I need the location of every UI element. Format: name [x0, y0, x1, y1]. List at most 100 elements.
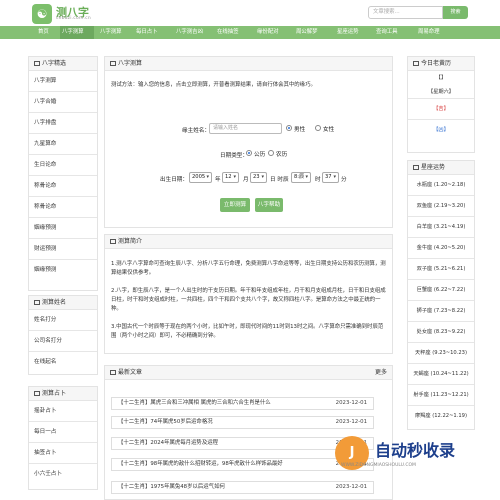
male-label: 男性 [294, 127, 306, 133]
bazi-form-title: 八字测算 [105, 57, 392, 71]
nav-stars[interactable]: 星座运势 [337, 26, 359, 39]
star-aquarius[interactable]: 水瓶座 (1.20~2.18) [408, 175, 474, 196]
sidebar-item-company-score[interactable]: 公司名打分 [29, 331, 97, 352]
search-input[interactable]: 文章搜索... [368, 6, 443, 19]
list-icon [34, 300, 40, 305]
sidebar-item-draw[interactable]: 抽签占卜 [29, 443, 97, 464]
articles-more-link[interactable]: 更多 [375, 366, 387, 380]
date-type-label: 日期类型： [220, 153, 248, 159]
articles-title: 最新文章 更多 [105, 366, 392, 380]
star-capricorn[interactable]: 摩羯座 (12.22~1.19) [408, 406, 474, 427]
almanac-bad: 【凶】 [433, 127, 449, 133]
search-button[interactable]: 搜索 [443, 6, 468, 19]
intro-title: 测算简介 [105, 235, 392, 249]
hour-select[interactable]: 8:辰 [291, 172, 311, 183]
sidebar-item-birthday[interactable]: 生日论命 [29, 155, 97, 176]
sidebar-item-love[interactable]: 姻缘预测 [29, 218, 97, 239]
minute-select[interactable]: 37 [322, 172, 339, 183]
nav-bazi-2[interactable]: 八字测算 [100, 26, 122, 39]
list-icon [110, 239, 116, 244]
bazi-sidebar: 八字精选 八字测算 八字合婚 八字排盘 九星算命 生日论命 称骨论命 称骨论命 … [28, 56, 98, 291]
day-select[interactable]: 23 [250, 172, 267, 183]
horoscope-title: 星座运势 [408, 161, 474, 175]
article-row[interactable]: 【十二生肖】属虎三合和三冲属相 属虎的三合和六合生肖是什么 2023-12-01 [111, 397, 374, 410]
sidebar-item-bone-2[interactable]: 称骨论命 [29, 197, 97, 218]
submit-button[interactable]: 立即测算 [220, 198, 250, 212]
almanac-good: 【吉】 [408, 99, 474, 120]
intro-paragraph-3: 3.中国古代一个时辰等于现在的两个小时，比如午时，即现代时间的11时到13时之间… [111, 324, 384, 339]
sidebar-item-name-score[interactable]: 姓名打分 [29, 310, 97, 331]
star-pisces[interactable]: 双鱼座 (2.19~3.20) [408, 196, 474, 217]
female-radio[interactable] [315, 125, 321, 131]
nav-tools[interactable]: 查询工具 [376, 26, 398, 39]
almanac-date: 【】 [435, 75, 447, 81]
almanac-weekday: 【星期六】 [408, 85, 474, 99]
almanac-panel: 今日老黄历 【】 【星期六】 【吉】 【凶】 [407, 56, 475, 153]
sidebar-item-nine-star[interactable]: 九星算命 [29, 134, 97, 155]
star-scorpio[interactable]: 天蝎座 (10.24~11.22) [408, 364, 474, 385]
minute-unit: 分 [341, 177, 347, 183]
sidebar-item-bone-1[interactable]: 称骨论命 [29, 176, 97, 197]
site-subtitle: cebazi.com.cn [56, 16, 91, 21]
star-gemini[interactable]: 双子座 (5.21~6.21) [408, 259, 474, 280]
watermark-subtitle: WWW.ZIDONGMIAOSHOULU.COM [341, 463, 416, 468]
star-leo[interactable]: 狮子座 (7.23~8.22) [408, 301, 474, 322]
nav-daily[interactable]: 每日占卜 [136, 26, 158, 39]
calendar-icon [413, 61, 419, 66]
list-icon [34, 61, 40, 66]
year-select[interactable]: 2005 [189, 172, 212, 183]
bazi-form-panel: 八字测算 测试方法：输入您的信息，点击立即测算，开普看测算结果，请自行体会其中的… [104, 56, 393, 228]
sidebar-item-marriage[interactable]: 八字合婚 [29, 92, 97, 113]
solar-radio[interactable] [246, 150, 252, 156]
nav-bazi[interactable]: 八字测算 [60, 26, 94, 39]
sidebar-item-shake[interactable]: 摇卦占卜 [29, 401, 97, 422]
month-select[interactable]: 12 [222, 172, 239, 183]
almanac-title: 今日老黄历 [408, 57, 474, 71]
nav-dream[interactable]: 周公解梦 [296, 26, 318, 39]
list-icon [110, 370, 116, 375]
star-aries[interactable]: 白羊座 (3.21~4.19) [408, 217, 474, 238]
name-input[interactable]: 请输入姓名 [209, 123, 282, 134]
divine-sidebar: 测算占卜 摇卦占卜 每日一占 抽签占卜 小六壬占卜 [28, 386, 98, 490]
article-row[interactable]: 【十二生肖】1975年属兔48岁以后运气如何 2023-12-01 [111, 481, 374, 494]
sidebar-item-wealth[interactable]: 财运预测 [29, 239, 97, 260]
nav-home[interactable]: 首页 [38, 26, 49, 39]
nav-yi[interactable]: 周易命理 [418, 26, 440, 39]
help-button[interactable]: 八字帮助 [255, 198, 283, 212]
article-row[interactable]: 【十二生肖】74年属虎50岁后运命格况 2023-12-01 [111, 416, 374, 429]
watermark: J 自动秒收录 [335, 433, 495, 478]
sidebar-item-chart[interactable]: 八字排盘 [29, 113, 97, 134]
star-virgo[interactable]: 处女座 (8.23~9.22) [408, 322, 474, 343]
lunar-label: 农历 [276, 152, 288, 158]
star-cancer[interactable]: 巨蟹座 (6.22~7.22) [408, 280, 474, 301]
bazi-sidebar-title: 八字精选 [29, 57, 97, 71]
yin-yang-logo-icon[interactable]: ☯ [32, 4, 52, 24]
star-sagittarius[interactable]: 射手座 (11.23~12.21) [408, 385, 474, 406]
list-icon [34, 391, 40, 396]
star-taurus[interactable]: 金牛座 (4.20~5.20) [408, 238, 474, 259]
star-libra[interactable]: 天秤座 (9.23~10.23) [408, 343, 474, 364]
nav-luck[interactable]: 八字测吉凶 [176, 26, 203, 39]
intro-paragraph-1: 1.测八字八字算命可查询生辰八字、分析八字五行命理，免费测算八字命运等等，出生日… [111, 261, 386, 276]
star-icon [413, 165, 419, 170]
birth-label: 出生日期： [160, 177, 188, 183]
hour-unit: 时 [315, 177, 321, 183]
site-header: ☯ 测八字 cebazi.com.cn 文章搜索... 搜索 [0, 0, 500, 25]
sidebar-item-xiaoliuren[interactable]: 小六壬占卜 [29, 464, 97, 485]
day-unit: 日 时辰 [270, 177, 289, 183]
bazi-form-intro: 测试方法：输入您的信息，点击立即测算，开普看测算结果，请自行体会其中的缘巧。 [111, 82, 316, 88]
sidebar-item-naming[interactable]: 在线起名 [29, 352, 97, 373]
name-sidebar-title: 测算姓名 [29, 296, 97, 310]
solar-label: 公历 [254, 152, 266, 158]
month-unit: 月 [243, 177, 249, 183]
sidebar-item-daily[interactable]: 每日一占 [29, 422, 97, 443]
sidebar-item-bazi[interactable]: 八字测算 [29, 71, 97, 92]
intro-paragraph-2: 2.八字，即生辰八字，是一个人出生时的干支历日期。年干和年支组成年柱，月干和月支… [111, 288, 386, 312]
list-icon [110, 61, 116, 66]
nav-draw[interactable]: 在线抽签 [217, 26, 239, 39]
horoscope-panel: 星座运势 水瓶座 (1.20~2.18) 双鱼座 (2.19~3.20) 白羊座… [407, 160, 475, 430]
nav-pair[interactable]: 缘份配对 [257, 26, 279, 39]
lunar-radio[interactable] [268, 150, 274, 156]
sidebar-item-love-2[interactable]: 姻缘预测 [29, 260, 97, 281]
male-radio[interactable] [286, 125, 292, 131]
